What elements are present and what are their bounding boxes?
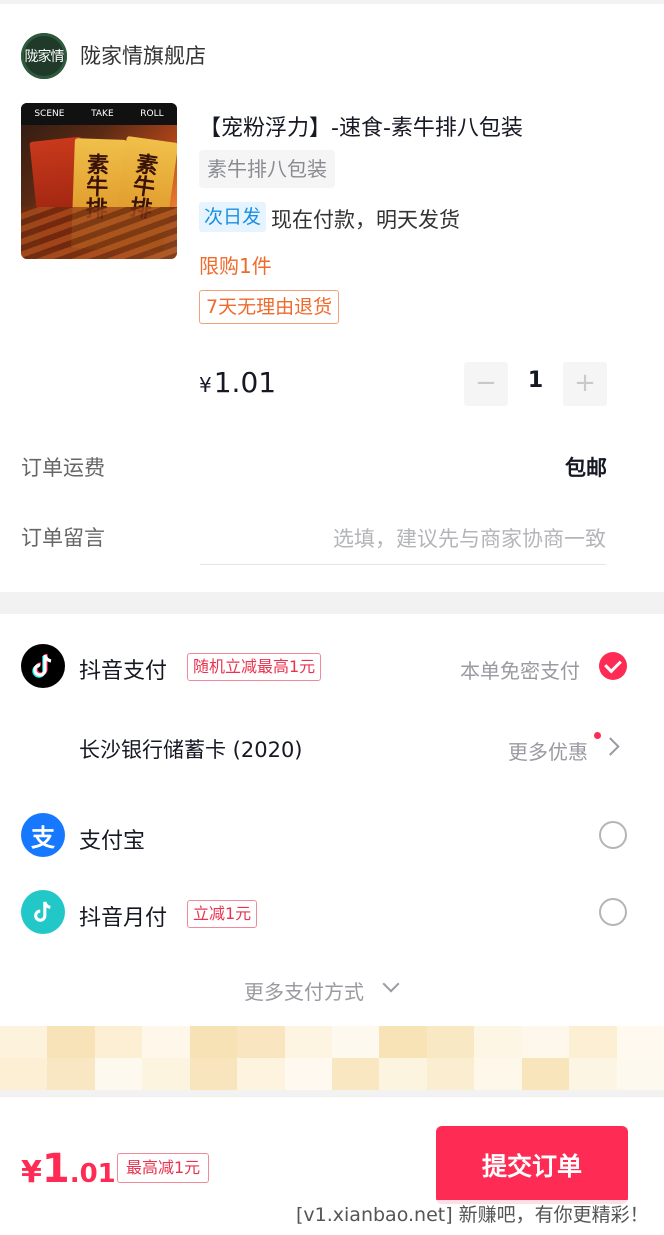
thumbnail-banner-word: SCENE xyxy=(34,109,65,119)
message-label: 订单留言 xyxy=(21,526,105,550)
douyin-monthly-name[interactable]: 抖音月付 xyxy=(79,900,167,932)
message-input[interactable] xyxy=(200,514,606,565)
decrease-button[interactable]: − xyxy=(464,362,508,406)
alipay-icon: 支 xyxy=(21,813,65,857)
increase-button[interactable]: + xyxy=(563,362,607,406)
discount-tag: 最高减1元 xyxy=(117,1153,210,1183)
unit-price: ¥1.01 xyxy=(199,366,276,399)
total-int: 1 xyxy=(41,1146,70,1192)
freight-label: 订单运费 xyxy=(21,456,105,480)
watermark-text: [v1.xianbao.net] 新赚吧，有你更精彩！ xyxy=(296,1200,649,1227)
more-payment-methods[interactable]: 更多支付方式 xyxy=(244,976,364,1005)
freight-value: 包邮 xyxy=(565,456,607,480)
alipay-radio[interactable] xyxy=(599,821,627,849)
douyin-monthly-promo: 立减1元 xyxy=(187,900,258,928)
ship-badge: 次日发 xyxy=(199,202,267,232)
pixelated-banner xyxy=(0,1026,664,1090)
bank-card-name[interactable]: 长沙银行储蓄卡 (2020) xyxy=(79,734,303,764)
total-decimal: .01 xyxy=(69,1159,116,1189)
store-logo[interactable]: 陇家情 xyxy=(21,33,67,79)
alipay-name[interactable]: 支付宝 xyxy=(79,823,145,855)
price-value: 1.01 xyxy=(213,366,277,399)
steak-image xyxy=(21,207,177,259)
product-title: 【宠粉浮力】-速食-素牛排八包装 xyxy=(199,116,523,141)
store-name[interactable]: 陇家情旗舰店 xyxy=(80,40,206,70)
price-symbol: ¥ xyxy=(199,373,212,397)
thumbnail-banner-word: ROLL xyxy=(140,109,164,119)
return-policy-tag: 7天无理由退货 xyxy=(199,290,340,324)
quantity-value[interactable]: 1 xyxy=(508,368,563,393)
ship-text: 现在付款，明天发货 xyxy=(271,208,460,232)
douyin-monthly-radio[interactable] xyxy=(599,898,627,926)
douyin-pay-radio[interactable] xyxy=(599,652,627,680)
sku-selector[interactable]: 素牛排八包装 xyxy=(199,150,335,188)
douyin-pay-icon xyxy=(21,644,65,688)
notification-dot xyxy=(594,732,601,739)
quantity-stepper: − 1 + xyxy=(464,362,607,406)
purchase-limit: 限购1件 xyxy=(199,254,272,278)
password-free-text[interactable]: 本单免密支付 xyxy=(460,655,580,684)
thumbnail-banner-word: TAKE xyxy=(91,109,114,119)
more-offers-link[interactable]: 更多优惠 xyxy=(508,736,588,765)
total-symbol: ¥ xyxy=(21,1155,42,1190)
douyin-pay-promo: 随机立减最高1元 xyxy=(187,653,322,681)
product-thumbnail[interactable]: SCENE TAKE ROLL 素牛排 素牛排 xyxy=(21,103,177,259)
douyin-monthly-icon xyxy=(21,890,65,934)
submit-order-button[interactable]: 提交订单 xyxy=(436,1126,628,1204)
thumbnail-banner: SCENE TAKE ROLL xyxy=(21,103,177,125)
douyin-pay-name[interactable]: 抖音支付 xyxy=(79,653,167,685)
total-price: ¥1.01 xyxy=(21,1146,116,1192)
